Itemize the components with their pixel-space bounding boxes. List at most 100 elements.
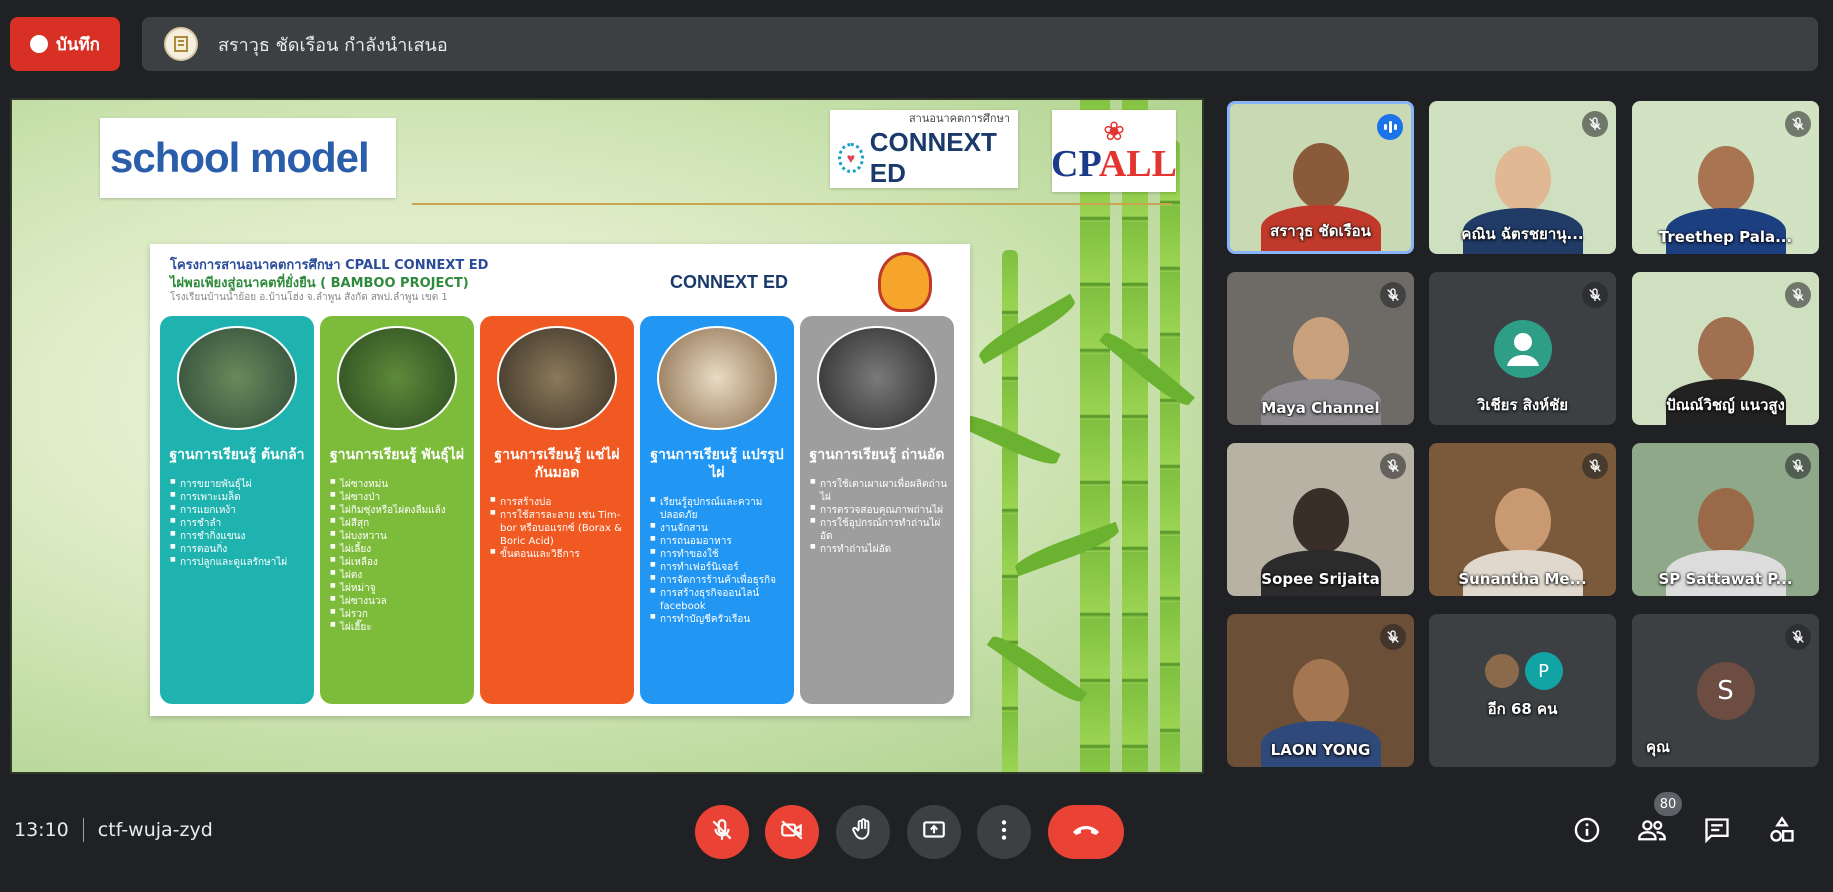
more-options-button[interactable] bbox=[977, 805, 1031, 859]
people-count-badge: 80 bbox=[1654, 792, 1682, 816]
participant-tile[interactable]: S คุณ bbox=[1632, 614, 1819, 767]
participant-tile[interactable]: ปัณณ์วิชญ์ แนวสูง bbox=[1632, 272, 1819, 425]
record-icon bbox=[30, 35, 49, 53]
connext-logo-text: CONNEXT ED bbox=[869, 127, 997, 188]
participant-tile[interactable]: P อีก 68 คน bbox=[1429, 614, 1616, 767]
activities-button[interactable] bbox=[1764, 814, 1800, 850]
station-list: การใช้เตาเผาเผาเพื่อผลิตถ่านไผ่การตรวจสอ… bbox=[806, 478, 948, 556]
present-now-button[interactable] bbox=[907, 805, 961, 859]
leave-call-button[interactable] bbox=[1048, 805, 1124, 859]
participant-name: วิเชียร สิงห์ชัย bbox=[1476, 396, 1569, 414]
presenter-banner: สราวุธ ชัดเรือน กำลังนำเสนอ bbox=[142, 17, 1818, 71]
station-photo bbox=[497, 326, 617, 430]
activities-icon bbox=[1768, 816, 1796, 848]
participant-name: SP Sattawat P... bbox=[1658, 570, 1793, 588]
station-item: การแยกเหง้า bbox=[170, 504, 308, 517]
bamboo-stalk bbox=[1080, 100, 1110, 772]
station-item: การจัดการร้านค้าเพื่อธุรกิจ bbox=[650, 574, 788, 587]
slide-title-box: school model bbox=[100, 118, 396, 198]
participant-tile[interactable]: คณิน ฉัตรชยานุ... bbox=[1429, 101, 1616, 254]
presenter-text: สราวุธ ชัดเรือน กำลังนำเสนอ bbox=[218, 34, 448, 56]
station-photo bbox=[177, 326, 297, 430]
people-icon bbox=[1637, 816, 1667, 848]
participant-tile[interactable]: LAON YONG bbox=[1227, 614, 1414, 767]
mic-toggle-button[interactable] bbox=[695, 805, 749, 859]
participant-tile[interactable]: Maya Channel bbox=[1227, 272, 1414, 425]
station-item: ขั้นตอนและวิธีการ bbox=[490, 548, 628, 561]
station-item: การตอนกิ่ง bbox=[170, 543, 308, 556]
participant-tile[interactable]: SP Sattawat P... bbox=[1632, 443, 1819, 596]
station-title: ฐานการเรียนรู้ ต้นกล้า bbox=[169, 447, 305, 463]
station-item: งานจักสาน bbox=[650, 522, 788, 535]
participant-tile[interactable]: Sunantha Me... bbox=[1429, 443, 1616, 596]
station-item: การปลูกและดูแลรักษาไผ่ bbox=[170, 556, 308, 569]
participant-tile[interactable]: Sopee Srijaita bbox=[1227, 443, 1414, 596]
mic-off-icon bbox=[1785, 111, 1811, 137]
bamboo-leaf bbox=[974, 293, 1080, 365]
participant-tile[interactable]: Treethep Pala... bbox=[1632, 101, 1819, 254]
bamboo-project-panel: โครงการสานอนาคตการศึกษา CPALL CONNEXT ED… bbox=[150, 244, 970, 716]
station-item: การทำเฟอร์นิเจอร์ bbox=[650, 561, 788, 574]
mic-off-icon bbox=[1582, 282, 1608, 308]
station-title: ฐานการเรียนรู้ พันธุ์ไผ่ bbox=[329, 447, 465, 463]
station-item: การใช้เตาเผาเผาเพื่อผลิตถ่านไผ่ bbox=[810, 478, 948, 504]
camera-toggle-button[interactable] bbox=[765, 805, 819, 859]
chat-button[interactable] bbox=[1699, 814, 1735, 850]
connext-ed-logo: สานอนาคตการศึกษา ♥ CONNEXT ED bbox=[830, 110, 1018, 188]
meeting-details-button[interactable] bbox=[1569, 814, 1605, 850]
people-button[interactable] bbox=[1634, 814, 1670, 850]
station-item: ไผ่กิมซุ่งหรือไผ่ตงลืมแล้ง bbox=[330, 504, 468, 517]
station-item: การใช้สารละลาย เช่น Tim-bor หรือบอแรกซ์ … bbox=[490, 509, 628, 548]
cpall-all: ALL bbox=[1098, 143, 1177, 185]
station-item: การขยายพันธุ์ไผ่ bbox=[170, 478, 308, 491]
bamboo-stalk bbox=[1160, 140, 1180, 772]
speaking-indicator-icon bbox=[1377, 114, 1403, 140]
participant-name: สราวุธ ชัดเรือน bbox=[1270, 222, 1371, 240]
learning-station-species: ฐานการเรียนรู้ พันธุ์ไผ่ ไผ่ซางหม่นไผ่ซา… bbox=[320, 316, 474, 704]
station-item: ไผ่ตง bbox=[330, 569, 468, 582]
station-item: การใช้อุปกรณ์การทำถ่านไผ่อัด bbox=[810, 517, 948, 543]
leave-call-icon bbox=[1070, 820, 1102, 844]
presentation-slide: school model สานอนาคตการศึกษา ♥ CONNEXT … bbox=[10, 98, 1204, 774]
participant-tile[interactable]: วิเชียร สิงห์ชัย bbox=[1429, 272, 1616, 425]
mic-off-icon bbox=[1380, 282, 1406, 308]
divider bbox=[82, 818, 84, 842]
connext-logo-top: สานอนาคตการศึกษา bbox=[908, 112, 1010, 125]
cpall-cp: CP bbox=[1051, 143, 1099, 185]
mic-off-icon bbox=[1582, 453, 1608, 479]
participant-name: Maya Channel bbox=[1261, 399, 1380, 417]
avatar bbox=[1482, 652, 1521, 690]
participant-name: คุณ bbox=[1646, 738, 1670, 756]
station-photo bbox=[337, 326, 457, 430]
station-item: การทำบัญชีครัวเรือน bbox=[650, 613, 788, 626]
clock-time: 13:10 bbox=[14, 819, 69, 841]
station-item: ไผ่ซางนวล bbox=[330, 595, 468, 608]
slide-title: school model bbox=[110, 134, 370, 181]
station-title: ฐานการเรียนรู้ ถ่านอัด bbox=[809, 447, 945, 463]
participant-name: อีก 68 คน bbox=[1487, 700, 1558, 718]
mic-off-icon bbox=[1380, 453, 1406, 479]
station-item: การชำกิ่งแขนง bbox=[170, 530, 308, 543]
others-avatars: P bbox=[1482, 652, 1563, 690]
meeting-info: 13:10 ctf-wuja-zyd bbox=[14, 818, 213, 842]
station-item: ไผ่เฮี๊ยะ bbox=[330, 621, 468, 634]
avatar bbox=[1493, 320, 1552, 378]
present-icon bbox=[921, 817, 947, 847]
school-seal-icon bbox=[878, 252, 932, 312]
station-item: ไผ่หม่าจู bbox=[330, 582, 468, 595]
record-button[interactable]: บันทึก bbox=[10, 17, 120, 71]
participant-name: คณิน ฉัตรชยานุ... bbox=[1461, 225, 1584, 243]
raise-hand-button[interactable] bbox=[836, 805, 890, 859]
station-list: เรียนรู้อุปกรณ์และความปลอดภัยงานจักสานกา… bbox=[646, 496, 788, 626]
divider-line bbox=[412, 203, 1172, 205]
station-item: การถนอมอาหาร bbox=[650, 535, 788, 548]
learning-station-soaking: ฐานการเรียนรู้ แช่ไผ่กันมอด การสร้างบ่อก… bbox=[480, 316, 634, 704]
station-item: การเพาะเมล็ด bbox=[170, 491, 308, 504]
station-list: การขยายพันธุ์ไผ่การเพาะเมล็ดการแยกเหง้าก… bbox=[166, 478, 308, 569]
mic-off-icon bbox=[1785, 453, 1811, 479]
record-label: บันทึก bbox=[56, 34, 100, 55]
station-item: ไผ่สีสุก bbox=[330, 517, 468, 530]
mic-off-icon bbox=[1582, 111, 1608, 137]
participant-tile[interactable]: สราวุธ ชัดเรือน bbox=[1227, 101, 1414, 254]
presenter-avatar bbox=[164, 27, 198, 61]
